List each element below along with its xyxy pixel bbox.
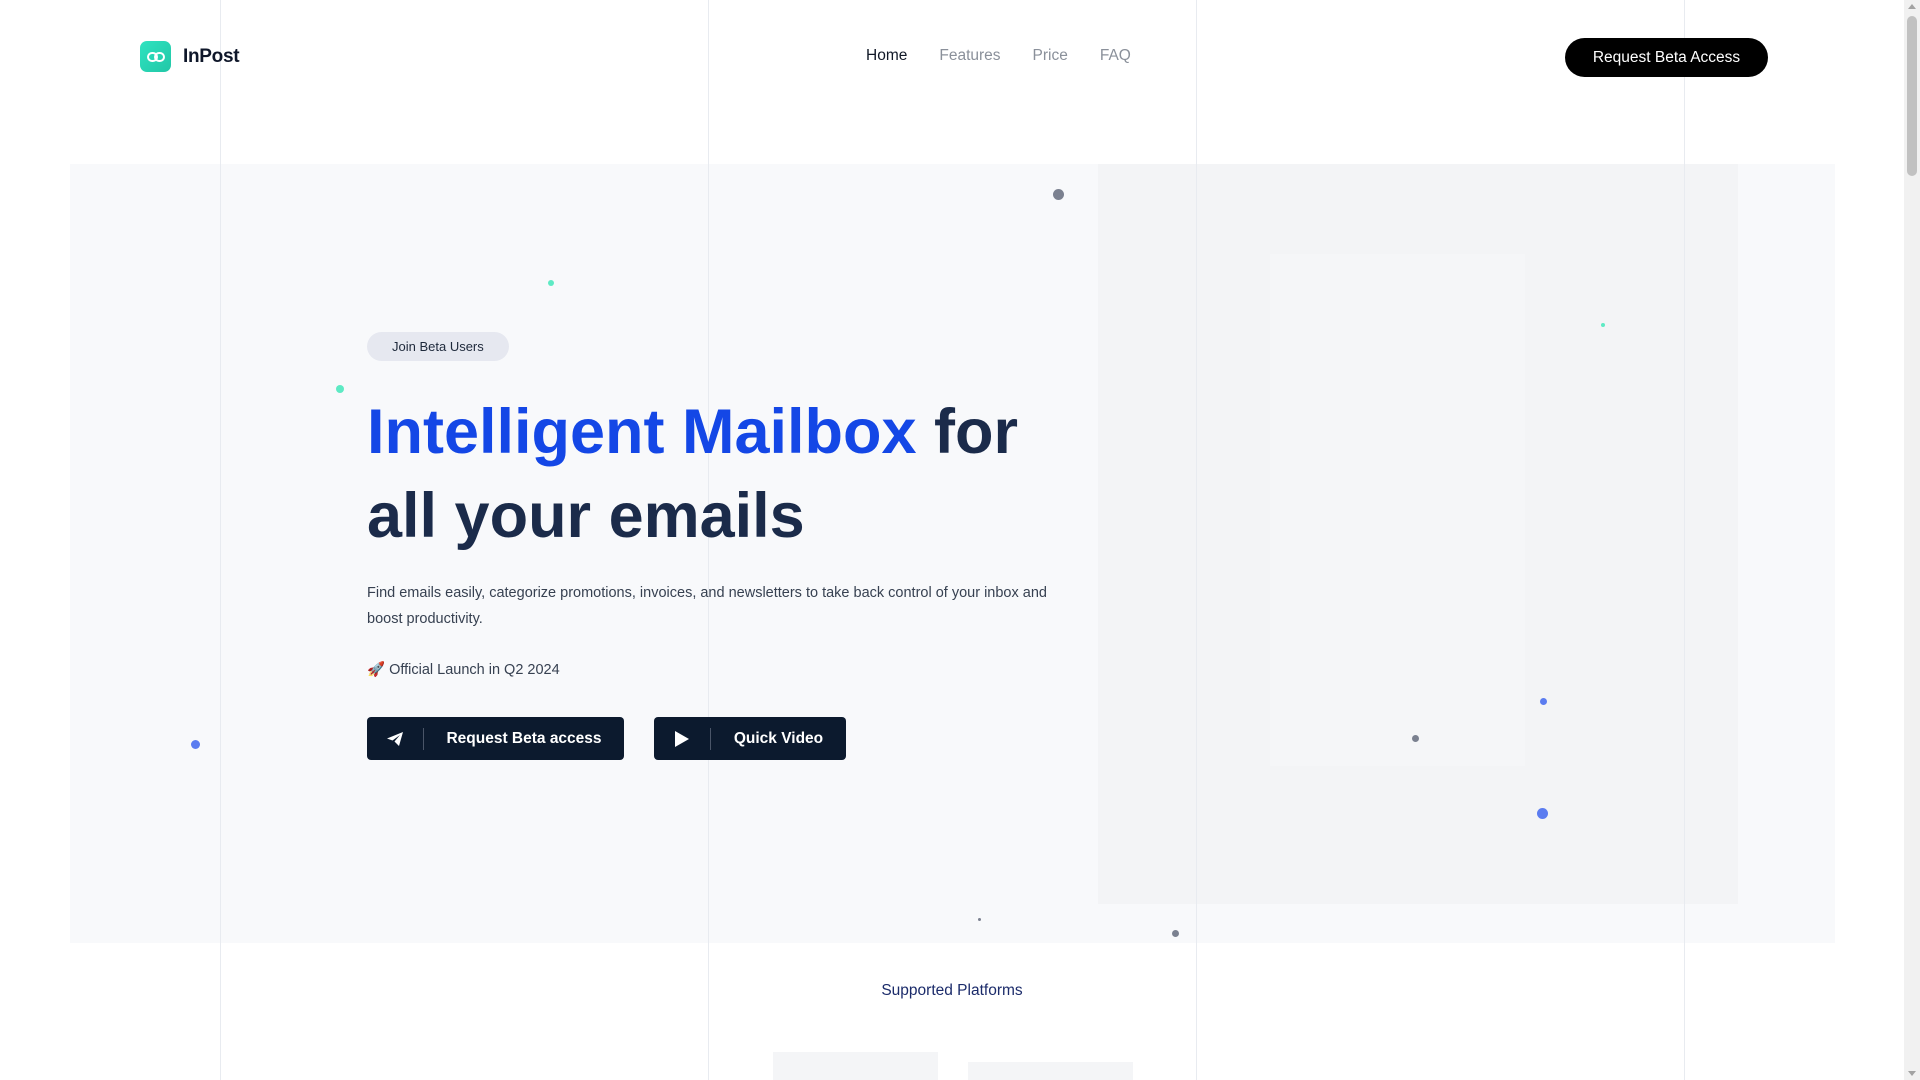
grid-line [1684, 0, 1685, 1080]
brand-logo[interactable]: InPost [140, 41, 240, 72]
link-icon [140, 41, 171, 72]
site-header: InPost Home Features Price FAQ Request B… [0, 0, 1904, 115]
scrollbar-thumb[interactable] [1907, 16, 1917, 176]
grid-line [220, 0, 221, 1080]
scroll-up-icon[interactable] [1908, 4, 1916, 9]
launch-text: Official Launch in Q2 2024 [389, 661, 560, 678]
nav-item-home[interactable]: Home [866, 47, 907, 65]
decor-dot [1053, 189, 1064, 200]
hero-illustration [1270, 254, 1525, 766]
scroll-down-icon[interactable] [1908, 1071, 1916, 1076]
rocket-icon: 🚀 [367, 662, 386, 678]
decor-dot [1540, 698, 1547, 705]
headline-accent: Intelligent Mailbox [367, 397, 917, 467]
decor-dot [336, 385, 344, 393]
nav-item-price[interactable]: Price [1033, 47, 1068, 65]
quick-video-button-label: Quick Video [733, 729, 824, 747]
play-icon [654, 727, 711, 750]
decor-dot [1601, 323, 1605, 327]
request-beta-button-label: Request Beta access [446, 729, 602, 747]
brand-name: InPost [183, 45, 240, 67]
quick-video-button[interactable]: Quick Video [654, 717, 846, 760]
nav-item-faq[interactable]: FAQ [1100, 47, 1131, 65]
decor-dot [1412, 735, 1419, 742]
request-beta-access-button[interactable]: Request Beta Access [1565, 38, 1768, 77]
decor-dot [1537, 808, 1548, 819]
platform-logo [773, 1052, 938, 1080]
nav-item-features[interactable]: Features [939, 47, 1000, 65]
supported-platforms-title: Supported Platforms [881, 982, 1023, 999]
hero-subtitle: Find emails easily, categorize promotion… [367, 585, 1047, 627]
decor-dot [1172, 930, 1179, 937]
beta-badge: Join Beta Users [367, 332, 509, 361]
page-scrollbar[interactable] [1904, 0, 1920, 1080]
page-title: Intelligent Mailbox for all your emails [367, 390, 1067, 558]
platform-logo [968, 1062, 1133, 1080]
send-icon [367, 727, 424, 750]
request-beta-button[interactable]: Request Beta access [367, 717, 624, 760]
decor-dot [978, 918, 981, 921]
launch-note: 🚀 Official Launch in Q2 2024 [367, 661, 560, 679]
main-nav: Home Features Price FAQ [866, 47, 1131, 65]
grid-line [1196, 0, 1197, 1080]
decor-dot [191, 740, 200, 749]
decor-dot [548, 280, 554, 286]
